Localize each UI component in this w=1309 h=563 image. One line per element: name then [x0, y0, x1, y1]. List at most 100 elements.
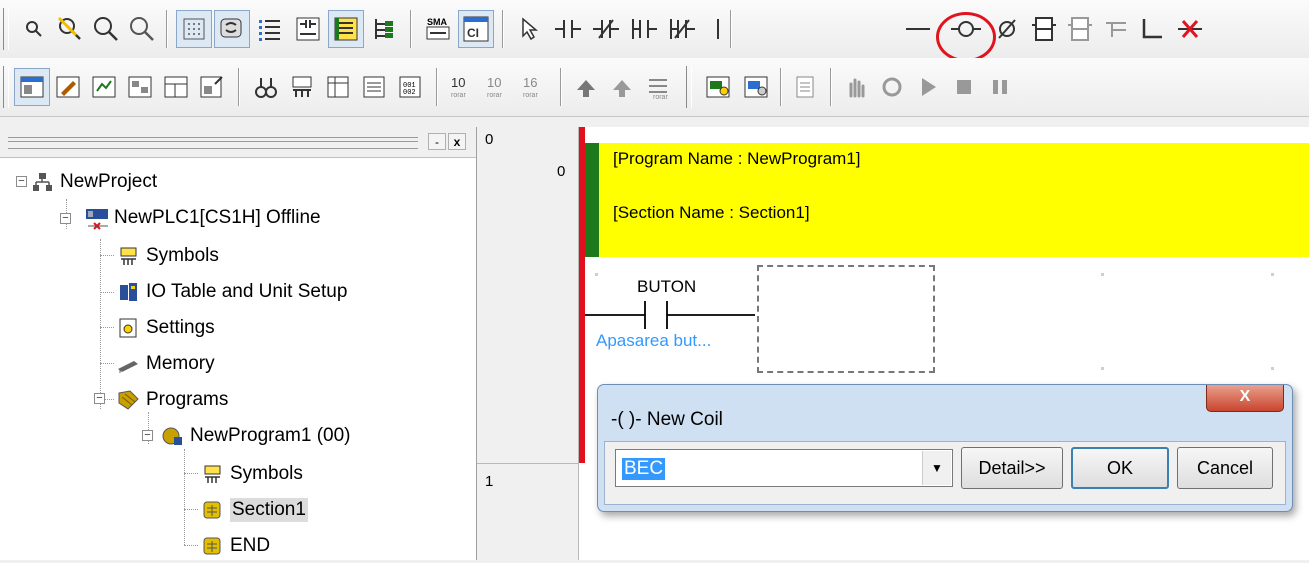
plc-offline-icon [84, 206, 108, 230]
zoom-small-icon[interactable] [16, 10, 52, 48]
list-icon[interactable] [252, 10, 288, 48]
new-instruction-icon[interactable] [1026, 10, 1062, 48]
output-window-icon[interactable] [328, 10, 364, 48]
contact-nc-icon[interactable] [588, 10, 624, 48]
tree-item-label: Settings [146, 317, 215, 338]
force-on-icon[interactable] [568, 68, 604, 106]
tree-item-memory[interactable]: Memory [116, 347, 215, 381]
comment-icon[interactable] [214, 10, 250, 48]
zoom-out-icon[interactable] [124, 10, 160, 48]
properties-icon[interactable] [194, 68, 230, 106]
window-icon[interactable] [158, 68, 194, 106]
coil-operand-value[interactable]: BEC [622, 458, 666, 480]
tree-item-end[interactable]: END [200, 529, 270, 563]
programs-icon [116, 388, 140, 412]
svg-text:10: 10 [487, 75, 501, 90]
decimal-signed-icon[interactable]: 10 rorar [480, 68, 516, 106]
select-pointer-icon[interactable] [512, 10, 548, 48]
panel-grip[interactable] [8, 137, 418, 149]
collapse-toggle[interactable]: − [16, 176, 27, 187]
watch-icon[interactable] [122, 68, 158, 106]
online-icon[interactable] [700, 68, 736, 106]
svg-text:CI: CI [467, 26, 479, 40]
memory-table-icon[interactable] [320, 68, 356, 106]
svg-text:SMA: SMA [427, 17, 448, 27]
edit-icon[interactable] [50, 68, 86, 106]
program-name-text: [Program Name : NewProgram1] [613, 149, 861, 168]
horizontal-line-icon[interactable] [900, 10, 936, 48]
hand-icon[interactable] [838, 68, 874, 106]
monitor-icon[interactable] [86, 68, 122, 106]
offline-icon[interactable] [738, 68, 774, 106]
grid-icon[interactable] [176, 10, 212, 48]
chevron-down-icon[interactable]: ▼ [922, 451, 951, 485]
stop-icon[interactable] [946, 68, 982, 106]
tree-item-program-symbols[interactable]: Symbols [200, 457, 303, 491]
contact-or-no-icon[interactable] [626, 10, 662, 48]
tree-item-label: Programs [146, 389, 229, 410]
project-tree-panel: - x − − − − NewProject NewPLC1[CS1H] Off… [0, 127, 477, 560]
collapse-toggle[interactable]: − [94, 393, 105, 404]
dialog-close-button[interactable]: X [1206, 385, 1284, 412]
new-instruction-gray-icon[interactable] [1062, 10, 1098, 48]
tree-panel-header: - x [0, 127, 476, 158]
ok-button[interactable]: OK [1071, 447, 1169, 489]
hex-16-icon[interactable]: 16 rorar [516, 68, 552, 106]
tree-item-settings[interactable]: Settings [116, 311, 215, 345]
pause-icon[interactable] [982, 68, 1018, 106]
svg-text:16: 16 [523, 75, 537, 90]
hand-gear-icon[interactable] [874, 68, 910, 106]
tree-item-plc[interactable]: NewPLC1[CS1H] Offline [84, 201, 321, 235]
rung-number: 1 [485, 473, 494, 490]
tree-item-label: Section1 [230, 498, 308, 522]
memory-icon [116, 352, 140, 376]
tree-item-programs[interactable]: Programs [116, 383, 228, 417]
new-closed-coil-icon[interactable] [990, 10, 1026, 48]
svg-text:rorar: rorar [523, 92, 538, 99]
contact-operand-label: BUTON [637, 277, 697, 296]
toolbar-grip[interactable] [3, 8, 9, 50]
sma-icon[interactable]: SMA [420, 10, 456, 48]
io-list-icon[interactable] [356, 68, 392, 106]
tree-item-io-table[interactable]: IO Table and Unit Setup [116, 275, 347, 309]
run-icon[interactable] [910, 68, 946, 106]
svg-text:rorar: rorar [451, 92, 466, 99]
rung-end-icon[interactable] [1134, 10, 1170, 48]
binary-icon[interactable]: 001 002 [392, 68, 428, 106]
zoom-fit-icon[interactable] [52, 10, 88, 48]
cross-reference-icon[interactable] [248, 68, 284, 106]
cursor-cell[interactable] [757, 265, 935, 373]
delete-icon[interactable] [1172, 10, 1208, 48]
rung-status-bar [585, 143, 599, 257]
detail-button[interactable]: Detail>> [961, 447, 1063, 489]
symbols-icon [200, 462, 224, 486]
tree-item-section1[interactable]: Section1 [200, 493, 308, 527]
cancel-button[interactable]: Cancel [1177, 447, 1273, 489]
program-icon [160, 424, 184, 448]
branch-icon[interactable] [1098, 10, 1134, 48]
tree-item-symbols[interactable]: Symbols [116, 239, 219, 273]
dialog-body: BEC ▼ Detail>> OK Cancel [604, 441, 1286, 505]
transfer-icon[interactable] [788, 68, 824, 106]
toolbar-grip[interactable] [3, 66, 9, 108]
contact-no-symbol[interactable] [585, 297, 755, 333]
panel-minimize-button[interactable]: - [428, 133, 446, 150]
tree-item-program[interactable]: NewProgram1 (00) [160, 419, 351, 453]
contact-or-nc-icon[interactable] [664, 10, 700, 48]
panel-close-button[interactable]: x [448, 133, 466, 150]
rung-view-icon[interactable] [290, 10, 326, 48]
collapse-toggle[interactable]: − [60, 213, 71, 224]
project-tree-icon[interactable] [366, 10, 402, 48]
set-value-icon[interactable]: rorar [640, 68, 676, 106]
coil-operand-combobox[interactable]: BEC ▼ [615, 449, 953, 487]
ci-icon[interactable]: CI [458, 10, 494, 48]
tree-item-project[interactable]: NewProject [30, 165, 157, 199]
force-off-icon[interactable] [604, 68, 640, 106]
decimal-10-icon[interactable]: 10 rorar [444, 68, 480, 106]
symbols-icon [116, 244, 140, 268]
contact-no-icon[interactable] [550, 10, 586, 48]
symbol-table-icon[interactable] [284, 68, 320, 106]
collapse-toggle[interactable]: − [142, 430, 153, 441]
project-workspace-icon[interactable] [14, 68, 50, 106]
zoom-in-icon[interactable] [88, 10, 124, 48]
